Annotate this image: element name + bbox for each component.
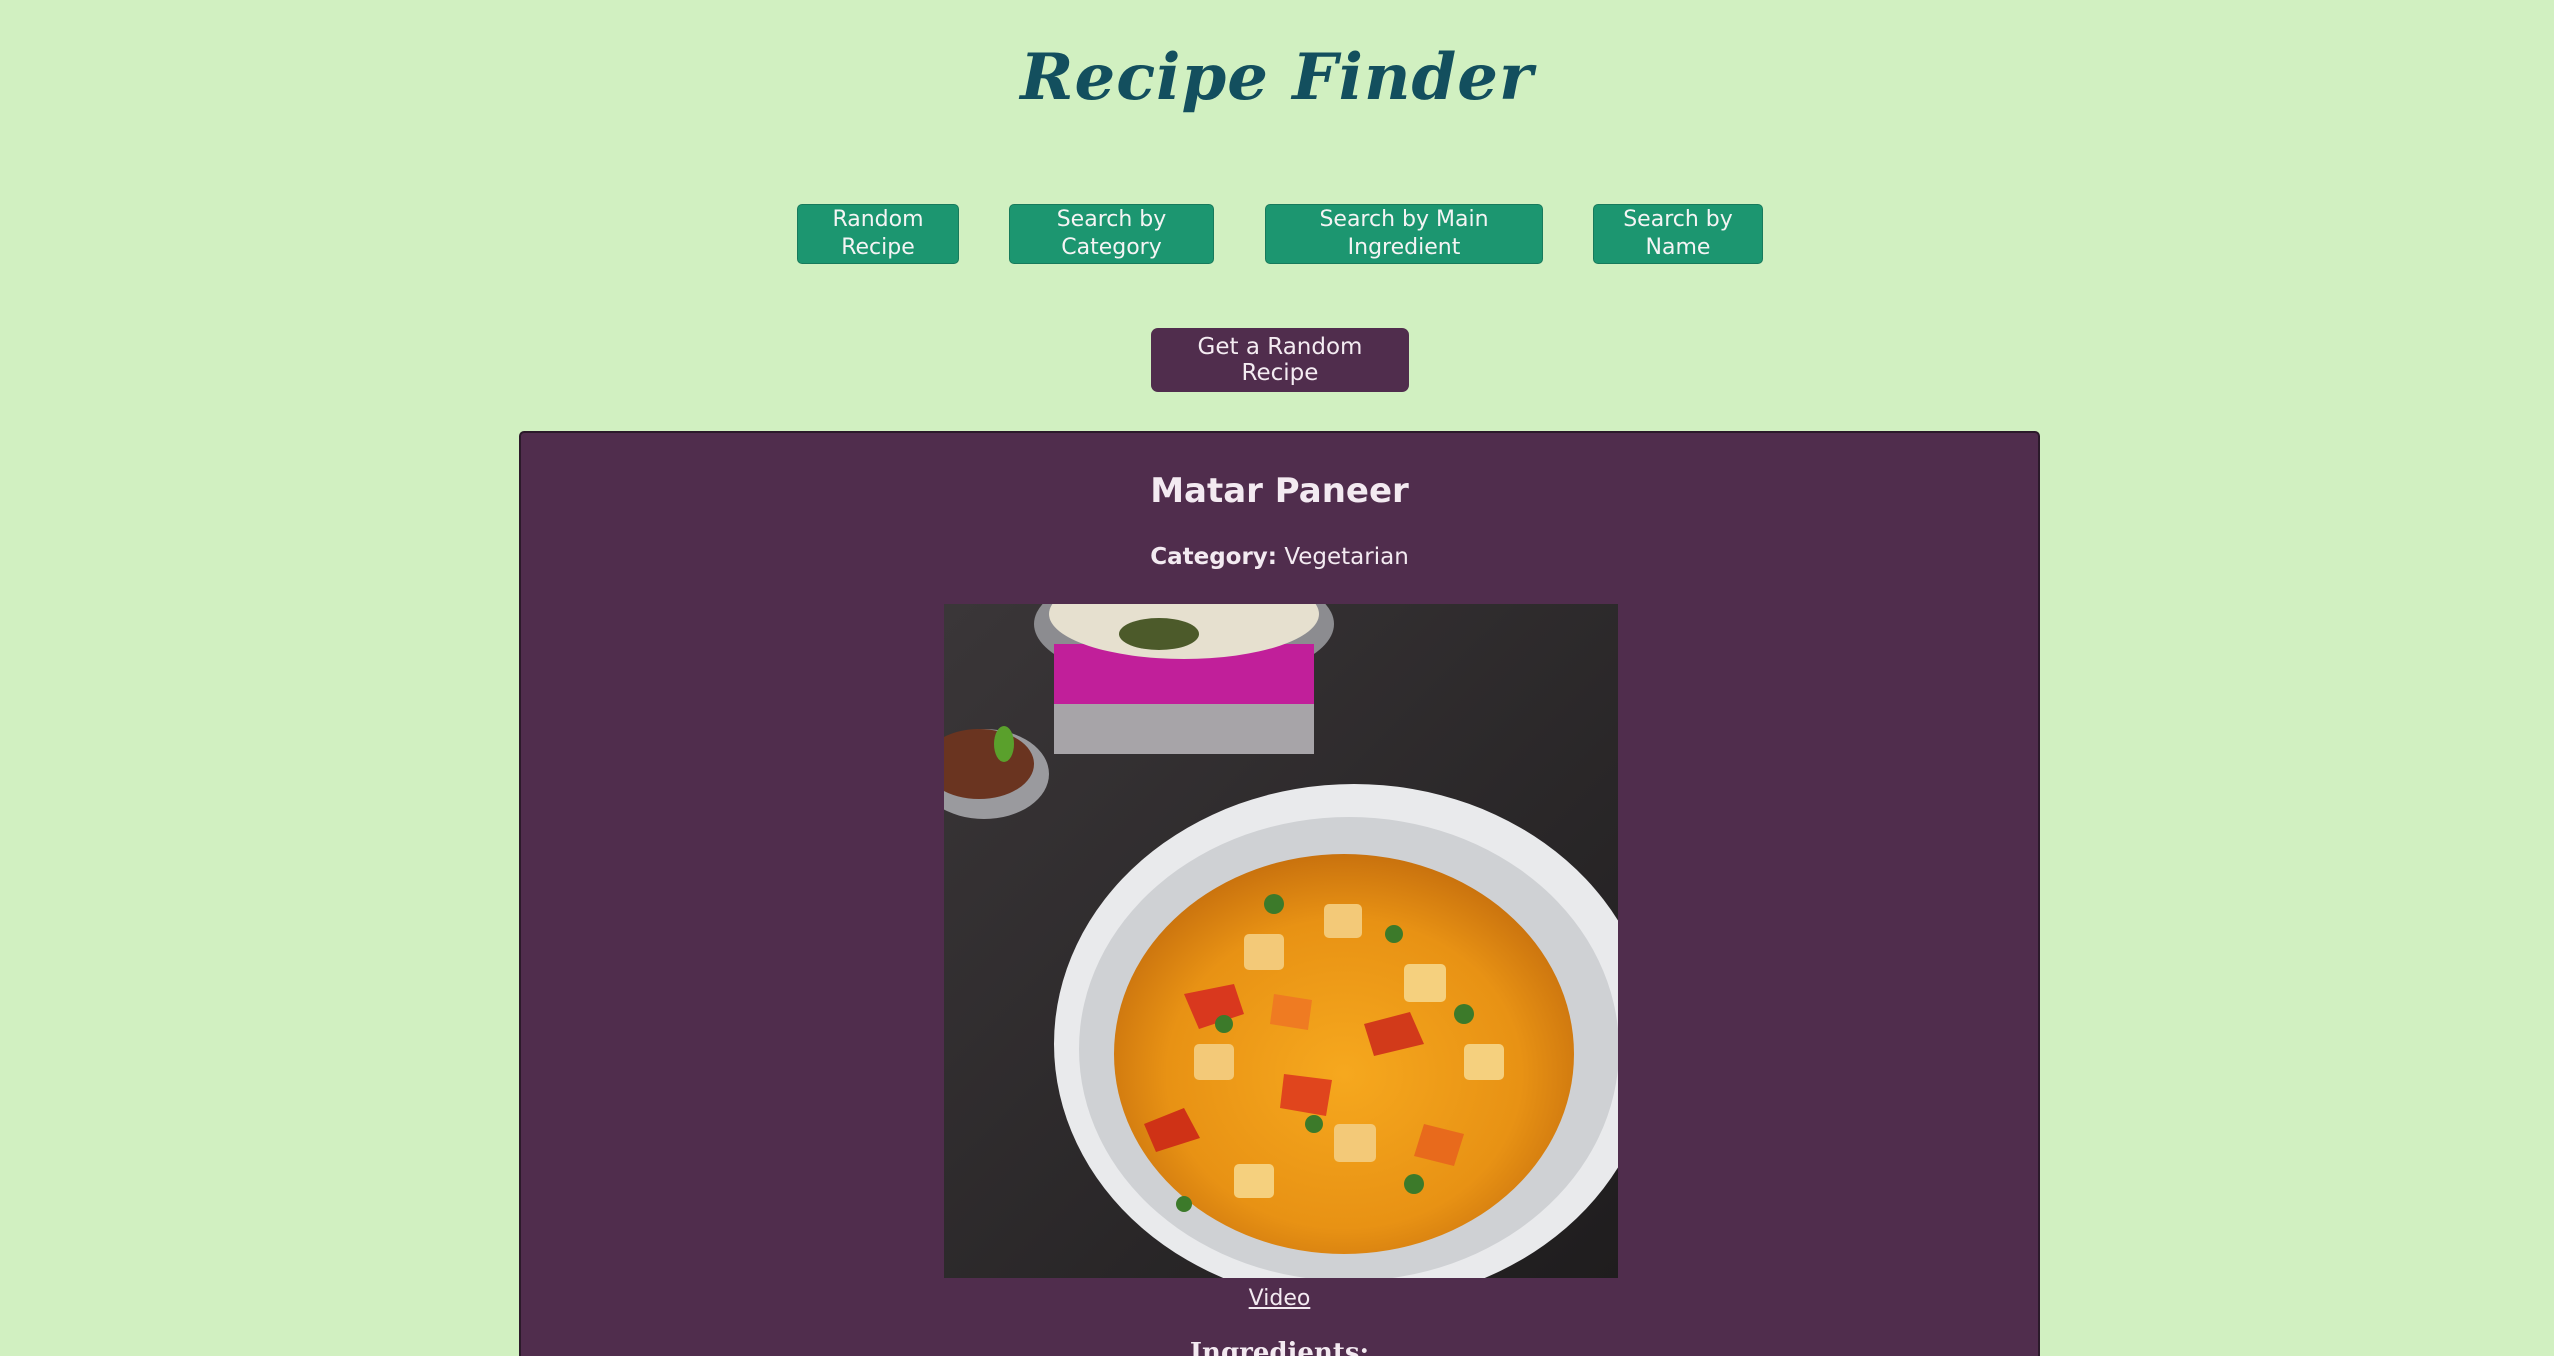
recipe-card: Matar Paneer Category: Vegetarian Video … xyxy=(519,431,2040,1356)
video-link[interactable]: Video xyxy=(521,1286,2038,1311)
button-label: Search by Main Ingredient xyxy=(1319,207,1489,260)
get-random-recipe-button[interactable]: Get a Random Recipe xyxy=(1151,328,1409,392)
random-recipe-tab-button[interactable]: Random Recipe xyxy=(797,204,959,264)
nav-bar: Random Recipe Search by Category Search by… xyxy=(0,204,2554,264)
search-by-category-button[interactable]: Search by Category xyxy=(1009,204,1214,264)
button-label: Search by Category xyxy=(1056,207,1167,260)
search-by-name-button[interactable]: Search by Name xyxy=(1593,204,1763,264)
category-value: Vegetarian xyxy=(1284,544,1409,570)
category-label: Category: xyxy=(1150,544,1277,570)
button-label: Random Recipe xyxy=(832,207,924,260)
page: Recipe Finder Random Recipe Search by Cate… xyxy=(0,0,2554,1356)
button-label: Search by Name xyxy=(1623,207,1733,260)
ingredients-heading: Ingredients: xyxy=(1189,1338,1370,1356)
app-title: Recipe Finder xyxy=(1020,40,1534,115)
recipe-name: Matar Paneer xyxy=(1150,471,1409,511)
recipe-image xyxy=(944,604,1618,1278)
recipe-category: Category: Vegetarian xyxy=(521,544,2038,570)
search-by-main-ingredient-button[interactable]: Search by Main Ingredient xyxy=(1265,204,1543,264)
